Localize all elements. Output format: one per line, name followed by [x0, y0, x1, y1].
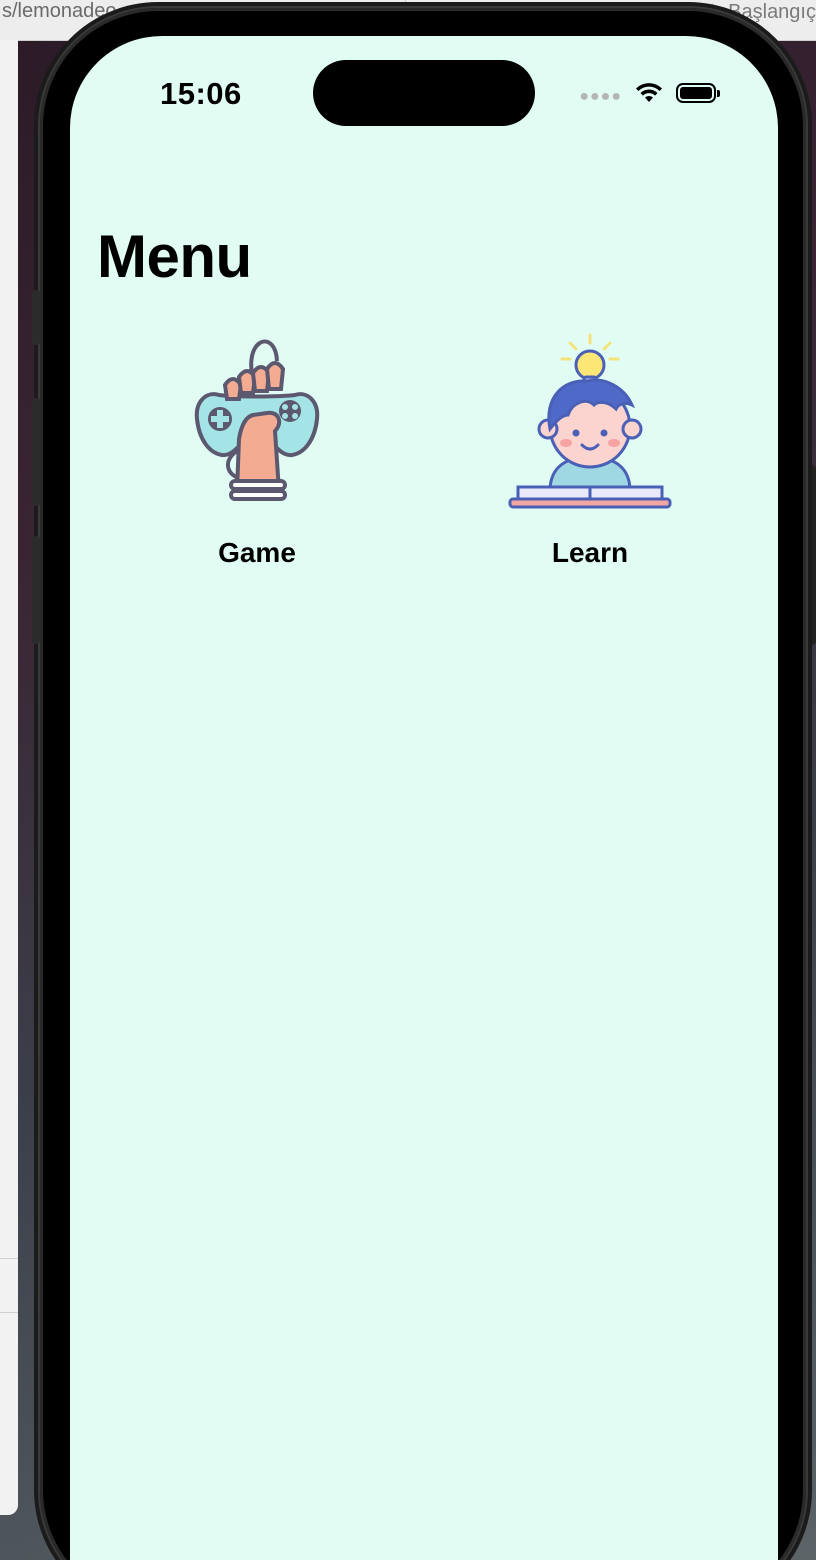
background-window-panel: [0, 40, 18, 1515]
volume-up-button: [32, 398, 40, 506]
page-title: Menu: [97, 223, 252, 290]
dynamic-island: [313, 60, 535, 126]
battery-icon: [676, 83, 720, 103]
reading-child-lightbulb-icon: [500, 331, 680, 511]
game-controller-fist-icon: [167, 331, 347, 511]
volume-down-button: [32, 536, 40, 644]
menu-item-learn[interactable]: Learn: [490, 331, 690, 569]
app-screen: 15:06 ●●●● Menu Game Learn: [70, 36, 778, 1560]
menu-item-game[interactable]: Game: [157, 331, 357, 569]
browser-url-text[interactable]: s/lemonadeo: [0, 0, 117, 24]
status-icons: ●●●●: [579, 80, 720, 106]
action-button: [32, 290, 40, 345]
menu-item-label: Game: [218, 537, 296, 568]
wifi-icon: [636, 83, 662, 102]
signal-icon: ●●●●: [579, 88, 622, 105]
status-time: 15:06: [160, 76, 242, 111]
menu-item-label: Learn: [551, 537, 629, 568]
background-scrollbar: [806, 465, 816, 645]
